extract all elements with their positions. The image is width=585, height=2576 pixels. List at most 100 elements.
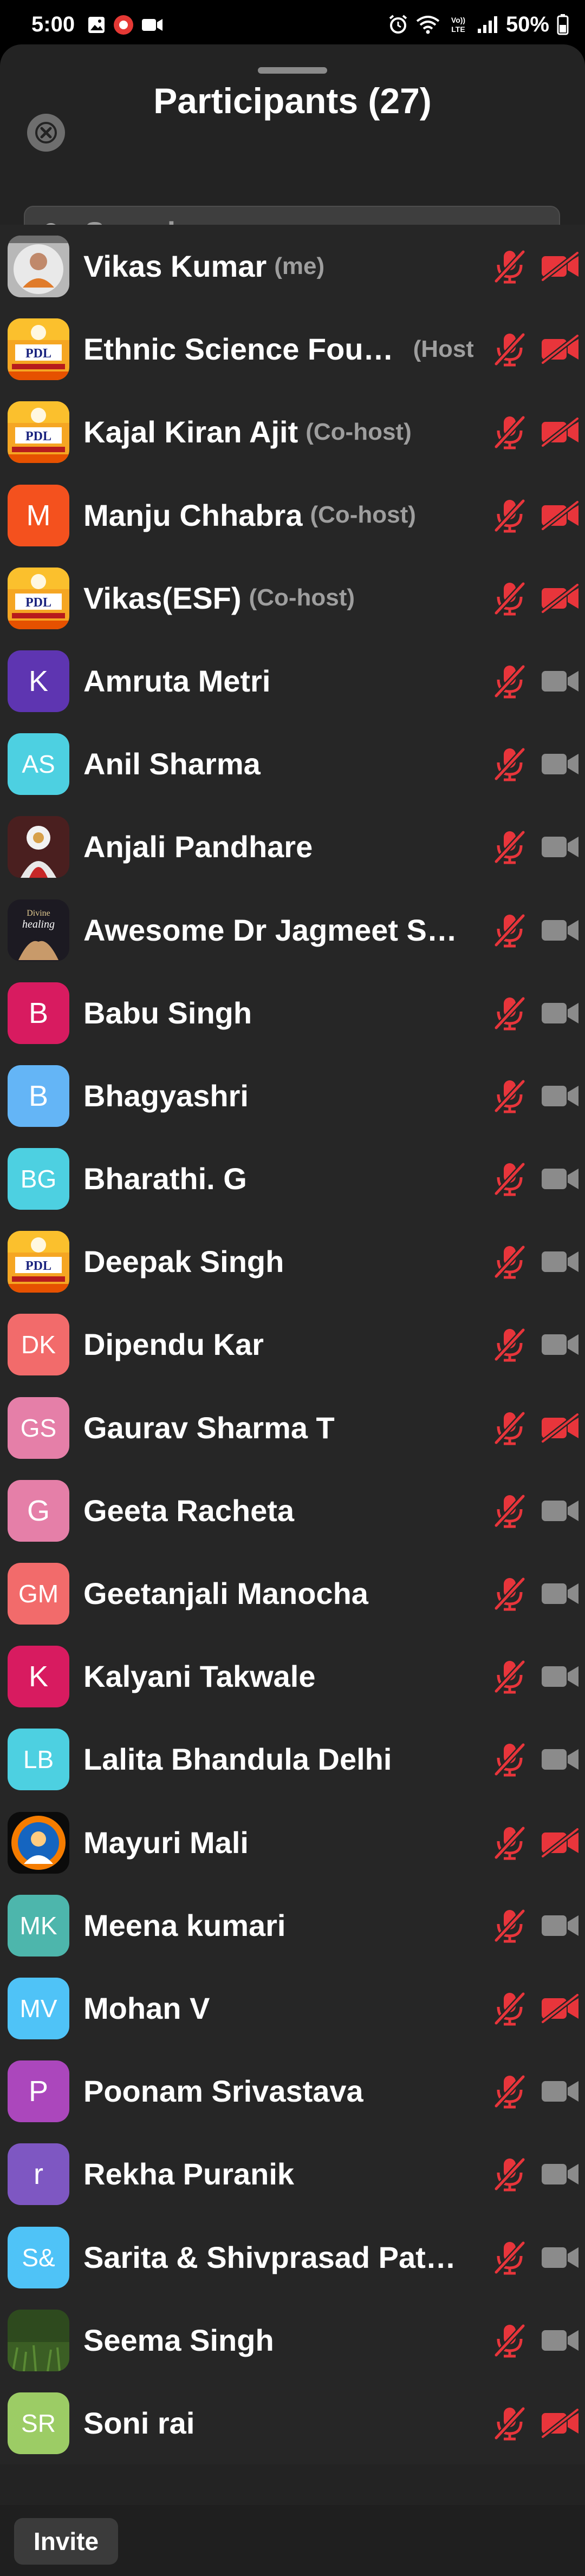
- mic-muted-icon[interactable]: [491, 1243, 529, 1281]
- avatar-initials: B: [8, 982, 69, 1044]
- participant-label: Mohan V: [83, 1967, 473, 2050]
- video-camera-icon[interactable]: [541, 1911, 580, 1940]
- video-camera-icon[interactable]: [541, 1081, 580, 1111]
- invite-button[interactable]: Invite: [14, 2518, 118, 2565]
- video-off-icon[interactable]: [541, 1827, 580, 1858]
- mic-muted-icon[interactable]: [491, 1160, 529, 1198]
- participant-row[interactable]: r Rekha Puranik: [0, 2132, 585, 2215]
- participant-label: Dipendu Kar: [83, 1303, 473, 1386]
- participant-row[interactable]: Mayuri Mali: [0, 1801, 585, 1884]
- mic-muted-icon[interactable]: [491, 1326, 529, 1364]
- participant-row[interactable]: K Amruta Metri: [0, 640, 585, 722]
- avatar-initials: BG: [8, 1148, 69, 1210]
- avatar: PDL: [8, 318, 69, 381]
- mic-muted-icon[interactable]: [491, 2155, 529, 2193]
- mic-muted-icon[interactable]: [491, 330, 529, 368]
- participant-row[interactable]: PDL Deepak Singh: [0, 1220, 585, 1303]
- video-off-icon[interactable]: [541, 251, 580, 282]
- mic-muted-icon[interactable]: [491, 1907, 529, 1945]
- mic-muted-icon[interactable]: [491, 911, 529, 949]
- video-camera-icon[interactable]: [541, 999, 580, 1028]
- participant-name: Amruta Metri: [83, 663, 271, 698]
- participant-row[interactable]: GS Gaurav Sharma T: [0, 1386, 585, 1469]
- participant-row[interactable]: M Manju Chhabra (Co-host): [0, 474, 585, 557]
- video-camera-icon[interactable]: [541, 1579, 580, 1608]
- participant-row[interactable]: MK Meena kumari: [0, 1884, 585, 1967]
- video-camera-icon[interactable]: [541, 749, 580, 779]
- mic-muted-icon[interactable]: [491, 2404, 529, 2442]
- video-camera-icon[interactable]: [541, 1247, 580, 1276]
- video-camera-icon[interactable]: [541, 667, 580, 696]
- participant-name: Kalyani Takwale: [83, 1659, 316, 1694]
- participant-row[interactable]: Divine healing Awesome Dr Jagmeet S…: [0, 889, 585, 971]
- mic-muted-icon[interactable]: [491, 1824, 529, 1862]
- video-camera-icon[interactable]: [541, 1330, 580, 1359]
- participant-row[interactable]: AS Anil Sharma: [0, 722, 585, 805]
- participant-row[interactable]: DK Dipendu Kar: [0, 1303, 585, 1386]
- video-camera-icon[interactable]: [541, 2326, 580, 2355]
- participant-row[interactable]: B Bhagyashri: [0, 1054, 585, 1137]
- video-camera-icon[interactable]: [541, 916, 580, 945]
- mic-muted-icon[interactable]: [491, 497, 529, 534]
- participant-label: Lalita Bhandula Delhi: [83, 1718, 473, 1801]
- video-off-icon[interactable]: [541, 583, 580, 614]
- participant-row[interactable]: GM Geetanjali Manocha: [0, 1552, 585, 1635]
- participant-row[interactable]: S& Sarita & Shivprasad Pat…: [0, 2216, 585, 2299]
- participant-row[interactable]: G Geeta Racheta: [0, 1469, 585, 1552]
- participant-row[interactable]: PDL Kajal Kiran Ajit (Co-host): [0, 390, 585, 473]
- video-camera-icon[interactable]: [541, 1745, 580, 1774]
- mic-muted-icon[interactable]: [491, 1077, 529, 1115]
- video-camera-icon[interactable]: [541, 2243, 580, 2272]
- participant-row[interactable]: SR Soni rai: [0, 2382, 585, 2464]
- video-camera-icon[interactable]: [541, 2077, 580, 2106]
- mic-muted-icon[interactable]: [491, 745, 529, 783]
- video-off-icon[interactable]: [541, 2408, 580, 2439]
- avatar-initials: GM: [8, 1563, 69, 1625]
- mic-muted-icon[interactable]: [491, 247, 529, 285]
- video-off-icon[interactable]: [541, 416, 580, 448]
- avatar: PDL: [8, 567, 69, 629]
- participant-row[interactable]: P Poonam Srivastava: [0, 2050, 585, 2132]
- mic-muted-icon[interactable]: [491, 828, 529, 866]
- mic-muted-icon[interactable]: [491, 413, 529, 451]
- participant-row[interactable]: LB Lalita Bhandula Delhi: [0, 1718, 585, 1801]
- mic-muted-icon[interactable]: [491, 2072, 529, 2110]
- close-icon: [35, 122, 57, 144]
- mic-muted-icon[interactable]: [491, 1658, 529, 1695]
- mic-muted-icon[interactable]: [491, 1575, 529, 1613]
- video-camera-icon[interactable]: [541, 1164, 580, 1194]
- video-camera-icon[interactable]: [541, 1662, 580, 1691]
- svg-text:healing: healing: [22, 918, 55, 930]
- participant-row[interactable]: BG Bharathi. G: [0, 1137, 585, 1220]
- video-off-icon[interactable]: [541, 1993, 580, 2024]
- mic-muted-icon[interactable]: [491, 1990, 529, 2027]
- mic-muted-icon[interactable]: [491, 579, 529, 617]
- mic-muted-icon[interactable]: [491, 1492, 529, 1530]
- drag-handle[interactable]: [258, 67, 327, 74]
- participant-row[interactable]: B Babu Singh: [0, 971, 585, 1054]
- participant-row[interactable]: Vikas Kumar (me): [0, 225, 585, 308]
- video-off-icon[interactable]: [541, 500, 580, 531]
- participant-row[interactable]: Anjali Pandhare: [0, 805, 585, 888]
- participant-row[interactable]: PDL Ethnic Science Fou… (Host): [0, 308, 585, 390]
- participant-name: Ethnic Science Fou…: [83, 332, 394, 367]
- mic-muted-icon[interactable]: [491, 1409, 529, 1447]
- mic-muted-icon[interactable]: [491, 2239, 529, 2277]
- video-camera-icon[interactable]: [541, 832, 580, 862]
- close-button[interactable]: [27, 114, 65, 152]
- participant-row[interactable]: Seema Singh: [0, 2299, 585, 2382]
- participant-row[interactable]: PDL Vikas(ESF) (Co-host): [0, 557, 585, 640]
- avatar: [8, 2309, 69, 2371]
- participant-row[interactable]: K Kalyani Takwale: [0, 1635, 585, 1718]
- video-off-icon[interactable]: [541, 334, 580, 365]
- video-off-icon[interactable]: [541, 1412, 580, 1444]
- video-camera-icon[interactable]: [541, 1496, 580, 1525]
- video-camera-icon[interactable]: [541, 2160, 580, 2189]
- mic-muted-icon[interactable]: [491, 1740, 529, 1778]
- participant-row[interactable]: MV Mohan V: [0, 1967, 585, 2050]
- mic-muted-icon[interactable]: [491, 994, 529, 1032]
- participant-label: Meena kumari: [83, 1884, 473, 1967]
- mic-muted-icon[interactable]: [491, 662, 529, 700]
- participant-name: Bhagyashri: [83, 1078, 249, 1113]
- mic-muted-icon[interactable]: [491, 2321, 529, 2359]
